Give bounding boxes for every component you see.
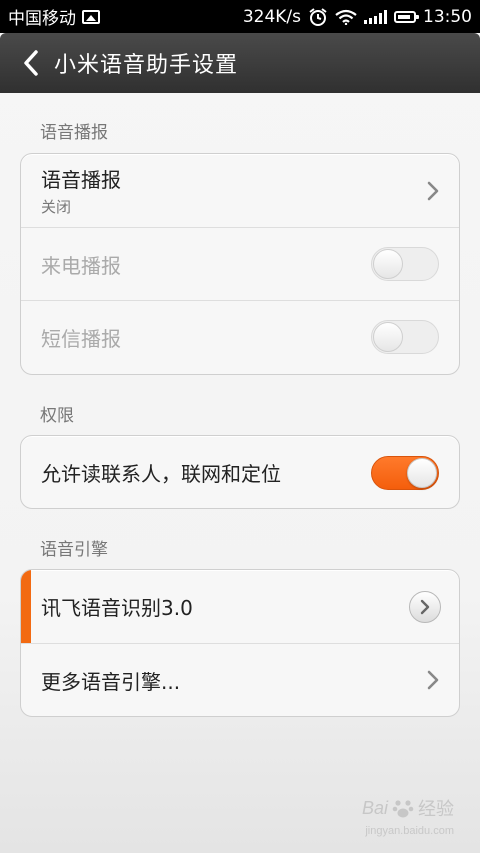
permissions-card: 允许读联系人，联网和定位: [20, 435, 460, 509]
permissions-row: 允许读联系人，联网和定位: [21, 436, 459, 508]
voice-broadcast-title: 语音播报: [41, 168, 121, 192]
status-bar: 中国移动 324K/s 13:50: [0, 0, 480, 33]
watermark-url: jingyan.baidu.com: [365, 825, 454, 837]
back-button[interactable]: [14, 43, 48, 83]
paw-logo-icon: [392, 800, 414, 818]
chevron-right-icon: [427, 181, 439, 200]
back-arrow-icon: [24, 50, 38, 76]
clock: 13:50: [423, 6, 472, 27]
voice-broadcast-row[interactable]: 语音播报 关闭: [21, 154, 459, 227]
chevron-right-icon: [420, 599, 430, 614]
sms-broadcast-row: 短信播报: [21, 300, 459, 373]
permissions-toggle[interactable]: [371, 455, 439, 490]
engine-card: 讯飞语音识别3.0 更多语音引擎...: [20, 569, 460, 717]
alarm-icon: [309, 7, 327, 26]
voice-broadcast-card: 语音播报 关闭 来电播报 短信播报: [20, 153, 460, 375]
engine-item-more[interactable]: 更多语音引擎...: [21, 643, 459, 716]
engine-item-xunfei[interactable]: 讯飞语音识别3.0: [21, 570, 459, 643]
toggle-knob: [407, 457, 437, 488]
call-broadcast-title: 来电播报: [41, 253, 121, 278]
sms-broadcast-toggle[interactable]: [371, 320, 439, 354]
watermark-brand-cn: 经验: [418, 799, 454, 819]
watermark-brand: Bai: [361, 797, 388, 818]
network-speed: 324K/s: [242, 6, 301, 27]
engine-xunfei-title: 讯飞语音识别3.0: [41, 596, 193, 620]
title-bar: 小米语音助手设置: [0, 33, 480, 93]
call-broadcast-toggle[interactable]: [371, 247, 439, 281]
permissions-title: 允许读联系人，联网和定位: [41, 462, 281, 486]
engine-settings-button[interactable]: [409, 590, 441, 623]
page-title: 小米语音助手设置: [54, 53, 239, 78]
selected-indicator: [21, 570, 31, 643]
carrier-label: 中国移动: [8, 9, 76, 29]
call-broadcast-row: 来电播报: [21, 227, 459, 300]
toggle-knob: [373, 322, 403, 352]
section-label-engine: 语音引擎: [40, 540, 108, 560]
image-notification-icon: [82, 9, 100, 24]
wifi-icon: [335, 9, 357, 25]
sms-broadcast-title: 短信播报: [41, 326, 121, 351]
signal-icon: [364, 9, 387, 24]
section-label-voice-broadcast: 语音播报: [40, 123, 108, 143]
battery-icon: [394, 10, 419, 23]
toggle-knob: [373, 249, 403, 279]
engine-more-title: 更多语音引擎...: [41, 669, 181, 694]
watermark: Bai 经验: [362, 795, 454, 821]
chevron-right-icon: [427, 670, 439, 690]
voice-broadcast-status: 关闭: [41, 198, 72, 216]
section-label-permissions: 权限: [40, 406, 74, 426]
